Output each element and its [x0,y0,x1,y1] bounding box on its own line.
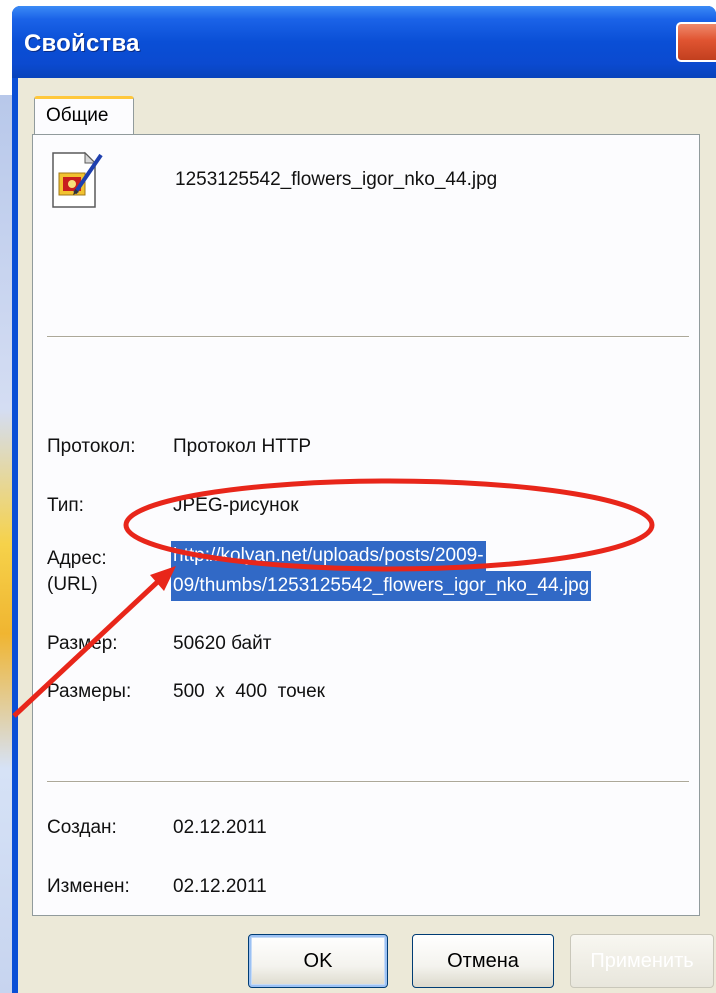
dialog-body: Общие 1253125542_flowers_igor_nko_44.jpg… [18,78,716,993]
ok-button[interactable]: OK [248,934,388,988]
separator [47,781,689,783]
protocol-value: Протокол HTTP [173,436,312,457]
apply-button[interactable]: Применить [570,934,714,988]
cancel-button[interactable]: Отмена [412,934,554,988]
tab-general[interactable]: Общие [34,96,134,134]
modified-value: 02.12.2011 [173,876,267,897]
file-name: 1253125542_flowers_igor_nko_44.jpg [175,169,498,190]
properties-dialog: Свойства Общие 1253125542_flowers_igor_n… [12,6,716,993]
address-url-line-1: http://kolyan.net/uploads/posts/2009- [171,541,486,571]
dimensions-label: Размеры: [47,681,132,702]
size-label: Размер: [47,633,118,654]
close-button[interactable] [676,22,716,62]
address-url-field[interactable]: http://kolyan.net/uploads/posts/2009- 09… [171,541,651,601]
title-bar[interactable]: Свойства [12,6,716,78]
type-label: Тип: [47,495,84,516]
created-label: Создан: [47,817,117,838]
type-value: JPEG-рисунок [173,495,299,516]
size-value: 50620 байт [173,633,272,654]
jpeg-file-icon [52,151,103,208]
tab-panel: 1253125542_flowers_igor_nko_44.jpg Прото… [32,134,700,916]
dimensions-value: 500 x 400 точек [173,681,325,702]
modified-label: Изменен: [47,876,130,897]
address-label-url: (URL) [47,574,98,595]
created-value: 02.12.2011 [173,817,267,838]
tab-general-label: Общие [46,105,109,126]
separator [47,336,689,338]
window-title: Свойства [24,30,140,57]
protocol-label: Протокол: [47,436,136,457]
address-label: Адрес: [47,548,107,569]
address-url-line-2: 09/thumbs/1253125542_flowers_igor_nko_44… [171,571,592,601]
